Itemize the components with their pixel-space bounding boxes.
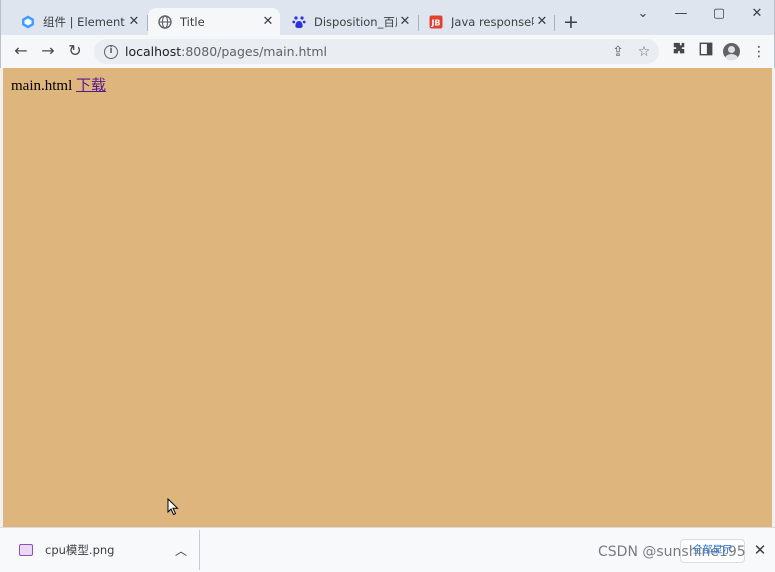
menu-kebab-icon[interactable]: ⋮ — [749, 42, 769, 62]
page-viewport: main.html 下载 — [0, 68, 775, 527]
close-tab-icon[interactable]: ✕ — [260, 14, 276, 30]
share-icon[interactable]: ⇪ — [607, 42, 629, 62]
image-file-icon — [19, 544, 33, 556]
minimize-button[interactable]: — — [669, 4, 693, 24]
download-filename: cpu模型.png — [45, 543, 115, 557]
download-link[interactable]: 下载 — [76, 78, 106, 94]
extensions-puzzle-icon[interactable] — [669, 42, 689, 62]
tab-search-chevron-icon[interactable]: ⌄ — [631, 4, 655, 24]
profile-avatar[interactable] — [723, 43, 740, 60]
close-shelf-icon[interactable]: ✕ — [752, 541, 768, 559]
tab-label: Disposition_百度 — [314, 14, 397, 29]
back-button[interactable]: ← — [11, 41, 31, 61]
element-icon — [22, 15, 34, 28]
chevron-up-icon[interactable]: ︿ — [171, 542, 191, 559]
browser-toolbar: ← → ↻ i localhost:8080/pages/main.html ⇪… — [0, 35, 775, 68]
url-text[interactable]: localhost:8080/pages/main.html — [125, 44, 607, 59]
globe-icon — [158, 14, 172, 29]
side-panel-icon[interactable] — [696, 42, 716, 62]
watermark-text: CSDN @sunshine195 — [598, 544, 746, 560]
tab-element[interactable]: 组件 | Element ✕ — [11, 8, 146, 35]
close-window-button[interactable]: ✕ — [745, 4, 769, 24]
forward-button[interactable]: → — [38, 41, 58, 61]
maximize-button[interactable]: ▢ — [707, 4, 731, 24]
baidu-icon — [292, 15, 306, 28]
page-filename-text: main.html — [11, 78, 73, 94]
tab-label: 组件 | Element — [43, 14, 125, 29]
tab-label: Title — [180, 14, 205, 29]
tab-divider — [554, 15, 555, 31]
mouse-cursor-icon — [167, 498, 179, 516]
address-bar[interactable]: i localhost:8080/pages/main.html ⇪ ☆ — [94, 39, 659, 64]
close-tab-icon[interactable]: ✕ — [126, 14, 142, 30]
tab-strip: 组件 | Element ✕ Title ✕ Disposition_百度 ✕ … — [0, 0, 775, 35]
tab-label: Java response响 — [451, 14, 534, 29]
tab-disposition[interactable]: Disposition_百度 ✕ — [282, 8, 417, 35]
download-item[interactable]: cpu模型.png ︿ — [3, 530, 200, 570]
tab-title[interactable]: Title ✕ — [148, 8, 280, 35]
bookmark-star-icon[interactable]: ☆ — [633, 42, 655, 62]
close-tab-icon[interactable]: ✕ — [397, 14, 413, 30]
info-icon[interactable]: i — [104, 44, 118, 59]
page-text-line: main.html 下载 — [11, 74, 106, 95]
download-shelf: cpu模型.png ︿ 全部显示 CSDN @sunshine195 ✕ — [0, 527, 775, 572]
close-tab-icon[interactable]: ✕ — [534, 14, 550, 30]
jb-icon: JB — [429, 15, 443, 28]
reload-button[interactable]: ↻ — [65, 41, 85, 61]
tab-java-response[interactable]: JB Java response响 ✕ — [419, 8, 554, 35]
new-tab-button[interactable]: + — [561, 12, 581, 32]
svg-text:JB: JB — [430, 18, 440, 27]
